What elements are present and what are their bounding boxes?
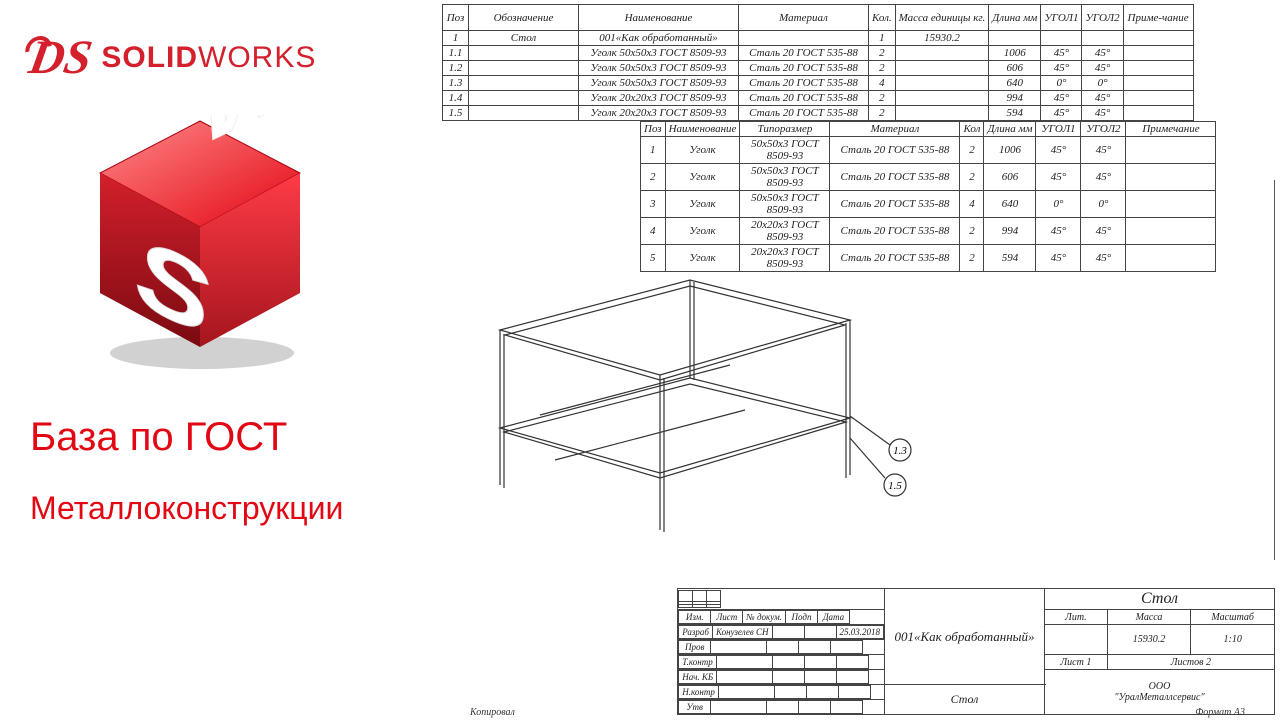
- col-header: Кол: [960, 122, 984, 137]
- table-row: 1.2Уголк 50x50x3 ГОСТ 8509-93Сталь 20 ГО…: [443, 61, 1194, 76]
- col-header: УГОЛ2: [1082, 5, 1123, 31]
- col-header: Длина мм: [984, 122, 1036, 137]
- col-header: Материал: [830, 122, 960, 137]
- col-header: Обозначение: [469, 5, 579, 31]
- title-gost: База по ГОСТ: [30, 415, 420, 460]
- table-row: 1.3Уголк 50x50x3 ГОСТ 8509-93Сталь 20 ГО…: [443, 76, 1194, 91]
- spec-table-1: ПозОбозначениеНаименованиеМатериалКол.Ма…: [442, 4, 1194, 121]
- col-header: Кол.: [869, 5, 896, 31]
- footer: Копировал Формат А3: [440, 707, 1275, 718]
- footer-format: Формат А3: [1195, 707, 1245, 718]
- table-row: 2Уголк50x50x3 ГОСТ 8509-93Сталь 20 ГОСТ …: [641, 164, 1216, 191]
- ds-logo-icon: DS: [25, 30, 96, 85]
- col-header: Материал: [739, 5, 869, 31]
- table-row: 1Уголк50x50x3 ГОСТ 8509-93Сталь 20 ГОСТ …: [641, 137, 1216, 164]
- table-row: 1.5Уголк 20x20x3 ГОСТ 8509-93Сталь 20 ГО…: [443, 106, 1194, 121]
- col-header: Масса единицы кг.: [895, 5, 989, 31]
- col-header: Приме-чание: [1123, 5, 1193, 31]
- col-header: Поз: [641, 122, 666, 137]
- col-header: Наименование: [579, 5, 739, 31]
- title-block: 001«Как обработанный» Стол Изм.Лист№ док…: [677, 588, 1275, 715]
- drawing-border: [1274, 180, 1275, 560]
- brand-text: SOLIDWORKS: [101, 41, 316, 75]
- col-header: Типоразмер: [740, 122, 830, 137]
- col-header: Наименование: [665, 122, 740, 137]
- table-row: 3Уголк50x50x3 ГОСТ 8509-93Сталь 20 ГОСТ …: [641, 191, 1216, 218]
- isometric-drawing: 1.3 1.5: [440, 260, 950, 540]
- callout-2: 1.5: [888, 480, 902, 492]
- col-header: Поз: [443, 5, 469, 31]
- col-header: УГОЛ1: [1036, 122, 1081, 137]
- table-row: 4Уголк20x20x3 ГОСТ 8509-93Сталь 20 ГОСТ …: [641, 218, 1216, 245]
- spec-table-2: ПозНаименованиеТипоразмерМатериалКолДлин…: [640, 121, 1216, 272]
- table-row: 1.4Уголк 20x20x3 ГОСТ 8509-93Сталь 20 ГО…: [443, 91, 1194, 106]
- solidworks-logo: DS SOLIDWORKS: [30, 30, 420, 85]
- col-header: Примечание: [1126, 122, 1216, 137]
- solidworks-cube-icon: S W: [70, 115, 330, 375]
- col-header: УГОЛ2: [1081, 122, 1126, 137]
- table-row: 1.1Уголк 50x50x3 ГОСТ 8509-93Сталь 20 ГО…: [443, 46, 1194, 61]
- title-metal: Металлоконструкции: [30, 490, 420, 527]
- table-row: 1Стол001«Как обработанный»115930.2: [443, 31, 1194, 46]
- col-header: Длина мм: [989, 5, 1041, 31]
- col-header: УГОЛ1: [1041, 5, 1082, 31]
- footer-copied: Копировал: [470, 707, 515, 718]
- callout-1: 1.3: [893, 445, 907, 457]
